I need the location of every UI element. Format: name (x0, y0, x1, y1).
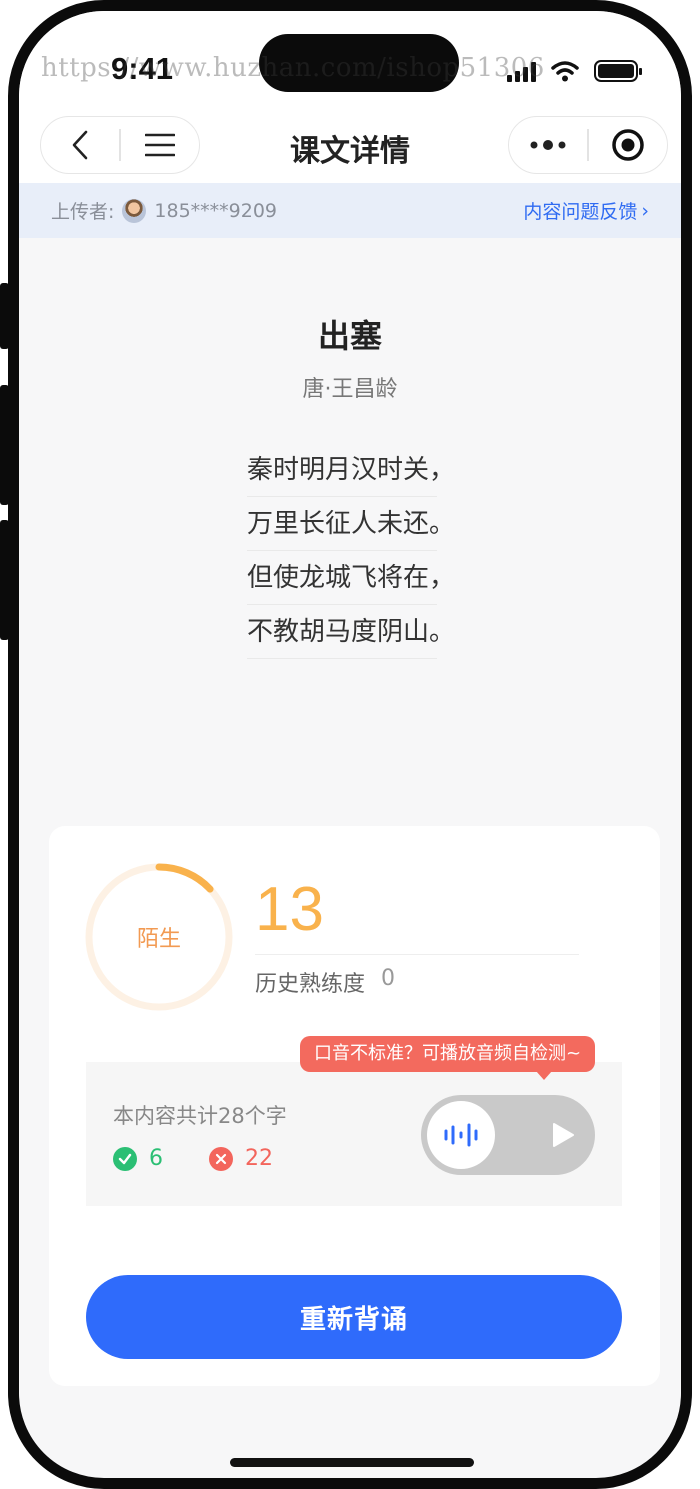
feedback-link-label: 内容问题反馈 (523, 201, 638, 223)
total-characters: 本内容共计28个字 (113, 1104, 287, 1128)
watermark-text: https://www.huzhan.com/ishop51306 (41, 53, 545, 83)
history-proficiency: 历史熟练度 0 (255, 966, 395, 998)
play-icon[interactable] (551, 1122, 575, 1148)
result-card: 陌生 13 历史熟练度 0 口音不标准？可播放音频自检测~ 本内容共计28个字 … (49, 826, 660, 1386)
poem-line: 不教胡马度阴山。 (247, 605, 455, 659)
audio-knob[interactable] (427, 1101, 495, 1169)
uploader-phone: 185****9209 (154, 199, 278, 222)
battery-icon (594, 60, 642, 82)
audio-playback-toggle[interactable] (421, 1095, 595, 1175)
correct-count-value: 6 (149, 1146, 163, 1171)
audio-tip-bubble: 口音不标准？可播放音频自检测~ (300, 1036, 596, 1080)
wrong-count: 22 (209, 1146, 273, 1171)
check-circle-icon (113, 1146, 137, 1171)
correct-count: 6 (113, 1146, 163, 1171)
uploader-avatar (122, 198, 147, 223)
x-circle-icon (209, 1146, 233, 1171)
target-close-icon (612, 129, 644, 161)
chevron-right-icon: › (641, 199, 649, 222)
more-button[interactable] (509, 117, 587, 173)
wifi-icon (551, 61, 579, 82)
score-divider (255, 954, 579, 955)
proficiency-level: 陌生 (136, 927, 181, 952)
wrong-count-value: 22 (245, 1146, 273, 1171)
poem-title: 出塞 (317, 317, 382, 355)
poem-author: 唐·王昌龄 (302, 377, 398, 402)
uploader-bar: 上传者: 185****9209 内容问题反馈 › (19, 183, 681, 238)
poem-line: 万里长征人未还。 (247, 497, 455, 551)
close-miniprogram-button[interactable] (589, 117, 667, 173)
more-dots-icon (530, 140, 566, 150)
nav-right-capsule (508, 116, 668, 174)
phone-frame: 9:41 https://www.huzhan.com/ishop51306 课… (8, 0, 692, 1489)
recitation-stats: 本内容共计28个字 6 22 (86, 1062, 622, 1206)
poem-line: 秦时明月汉时关， (247, 443, 455, 497)
poem-body: 秦时明月汉时关， 万里长征人未还。 但使龙城飞将在， 不教胡马度阴山。 (247, 443, 455, 659)
history-label: 历史熟练度 (255, 972, 366, 997)
poem-line: 但使龙城飞将在， (247, 551, 455, 605)
proficiency-score: 13 (255, 875, 324, 944)
home-indicator (230, 1458, 474, 1467)
soundwave-icon (444, 1123, 478, 1147)
restart-recitation-button[interactable]: 重新背诵 (86, 1275, 622, 1359)
history-value: 0 (381, 966, 396, 991)
content-feedback-link[interactable]: 内容问题反馈 › (523, 197, 649, 224)
screen: 9:41 https://www.huzhan.com/ishop51306 课… (19, 11, 681, 1478)
uploader-label: 上传者: (51, 201, 115, 223)
